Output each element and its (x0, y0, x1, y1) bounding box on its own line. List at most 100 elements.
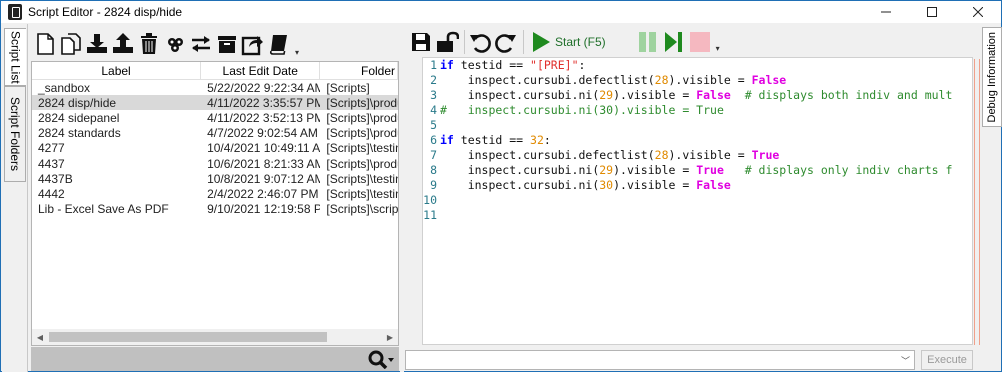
book-button[interactable] (267, 31, 291, 57)
column-header-label[interactable]: Label (32, 62, 202, 79)
table-cell-date: 4/7/2022 9:02:54 AM (207, 126, 318, 141)
tab-debug-information-label: Debug Information (986, 31, 998, 123)
code-text[interactable]: if testid == "[PRE]": inspect.cursubi.de… (440, 58, 960, 223)
table-row[interactable]: 4437B 10/8/2021 9:07:12 AM [Scripts]\testi… (32, 171, 398, 186)
undo-button[interactable] (468, 29, 492, 55)
line-number: 11 (423, 208, 437, 222)
table-row[interactable]: Lib - Excel Save As PDF 9/10/2021 12:19:5… (32, 202, 398, 217)
table-cell-label: 2824 disp/hide (38, 95, 117, 110)
scroll-left-icon[interactable]: ◀ (32, 329, 48, 345)
line-number: 5 (430, 118, 437, 132)
table-cell-folder: [Scripts] (326, 80, 370, 95)
table-row[interactable]: 2824 standards 4/7/2022 9:02:54 AM [Script… (32, 126, 398, 141)
minimize-icon (881, 11, 891, 13)
code-line: if testid == "[PRE]": (440, 58, 586, 72)
table-cell-label: _sandbox (38, 80, 91, 95)
table-row[interactable]: 4437 10/6/2021 8:21:33 AM [Scripts]\produ (32, 156, 398, 171)
table-row[interactable]: _sandbox 5/22/2022 9:22:34 AM [Scripts] (32, 80, 398, 95)
panel-splitter[interactable] (400, 24, 404, 372)
table-cell-date: 10/8/2021 9:07:12 AM (207, 171, 321, 186)
minimize-button[interactable] (863, 1, 909, 23)
table-header: Label Last Edit Date Folder (32, 62, 398, 80)
save-button[interactable] (409, 29, 433, 55)
toolbar-overflow-icon[interactable]: ▾ (295, 48, 299, 57)
step-button[interactable] (662, 29, 686, 55)
horizontal-scrollbar[interactable]: ◀ ▶ (32, 329, 398, 345)
table-cell-date: 5/22/2022 9:22:34 AM (207, 80, 321, 95)
code-line: inspect.cursubi.defectlist(28).visible =… (440, 73, 787, 87)
code-line: inspect.cursubi.ni(29).visible = True # … (440, 163, 953, 177)
column-header-last-edit-date[interactable]: Last Edit Date (201, 62, 321, 79)
start-button[interactable]: Start (F5) (531, 31, 606, 53)
code-editor[interactable]: 1 2 3 4 5 6 7 8 9 10 11 if testid == "[PRE]": insp… (422, 57, 973, 345)
stop-icon (689, 32, 710, 52)
tab-debug-information[interactable]: Debug Information (982, 27, 1002, 127)
table-body: _sandbox 5/22/2022 9:22:34 AM [Scripts] 282… (32, 80, 398, 217)
toolbar-overflow-icon[interactable]: ▾ (716, 44, 720, 53)
tab-script-folders[interactable]: Script Folders (4, 86, 26, 182)
table-cell-label: 4277 (38, 141, 65, 156)
share-button[interactable] (241, 31, 265, 57)
tab-script-list[interactable]: Script List (4, 28, 26, 86)
script-list-footer (31, 347, 399, 371)
archive-button[interactable] (215, 31, 239, 57)
editor-vertical-scrollbar[interactable] (974, 59, 980, 345)
table-row[interactable]: 2824 disp/hide 4/11/2022 3:35:57 PM [Scrip… (32, 95, 398, 111)
script-list-table: Label Last Edit Date Folder _sandbox 5/22… (31, 61, 399, 346)
table-row[interactable]: 4277 10/4/2021 10:49:11 AM [Scripts]\testi… (32, 141, 398, 156)
maximize-button[interactable] (909, 1, 955, 23)
script-editor-window: Script Editor - 2824 disp/hide Script Li… (0, 0, 1002, 372)
search-icon[interactable] (365, 349, 395, 369)
pause-button[interactable] (636, 29, 660, 55)
column-header-folder[interactable]: Folder (320, 62, 398, 79)
close-button[interactable] (955, 1, 1001, 23)
start-button-label: Start (F5) (555, 35, 606, 49)
stop-button[interactable] (688, 29, 712, 55)
tab-script-list-label: Script List (8, 30, 23, 84)
command-input[interactable]: ﹀ (405, 350, 915, 370)
chevron-down-icon[interactable]: ﹀ (901, 354, 910, 367)
window-controls (863, 1, 1001, 23)
scroll-right-icon[interactable]: ▶ (382, 329, 398, 345)
close-icon (973, 7, 983, 17)
book-icon (269, 35, 287, 55)
redo-button[interactable] (494, 29, 518, 55)
execute-button[interactable]: Execute (921, 350, 973, 370)
line-number: 9 (430, 178, 437, 192)
line-number: 7 (430, 148, 437, 162)
copy-icon (61, 33, 81, 55)
save-icon (412, 33, 430, 51)
line-number: 1 (430, 58, 437, 72)
table-row[interactable]: 2824 sidepanel 4/11/2022 3:52:13 PM [Scrip… (32, 110, 398, 125)
table-cell-folder: [Scripts]\testin (326, 171, 398, 186)
toolbar-separator (523, 30, 524, 54)
unlock-icon (437, 31, 459, 52)
upload-button[interactable] (111, 31, 135, 57)
new-file-button[interactable] (33, 31, 57, 57)
table-cell-label: 2824 standards (38, 126, 121, 141)
line-number-gutter: 1 2 3 4 5 6 7 8 9 10 11 (423, 58, 439, 344)
table-cell-date: 4/11/2022 3:35:57 PM (207, 95, 321, 110)
archive-icon (218, 36, 236, 53)
table-cell-folder: [Scripts]\testin (326, 186, 398, 201)
download-button[interactable] (85, 31, 109, 57)
delete-button[interactable] (137, 31, 161, 57)
users-icon (168, 38, 183, 52)
script-list-toolbar: ▾ (29, 27, 399, 61)
table-row[interactable]: 4442 2/4/2022 2:46:07 PM [Scripts]\testin (32, 186, 398, 201)
window-title: Script Editor - 2824 disp/hide (28, 5, 183, 19)
table-cell-label: Lib - Excel Save As PDF (38, 202, 169, 217)
swap-button[interactable] (189, 31, 213, 57)
upload-icon (113, 33, 133, 53)
line-number: 2 (430, 73, 437, 87)
table-cell-folder: [Scripts]\produ (326, 156, 398, 171)
line-number: 10 (423, 193, 437, 207)
unlock-button[interactable] (435, 29, 459, 55)
users-button[interactable] (163, 31, 187, 57)
copy-button[interactable] (59, 31, 83, 57)
table-cell-folder: [Scripts]\produ (326, 95, 398, 110)
scrollbar-thumb[interactable] (49, 332, 327, 342)
